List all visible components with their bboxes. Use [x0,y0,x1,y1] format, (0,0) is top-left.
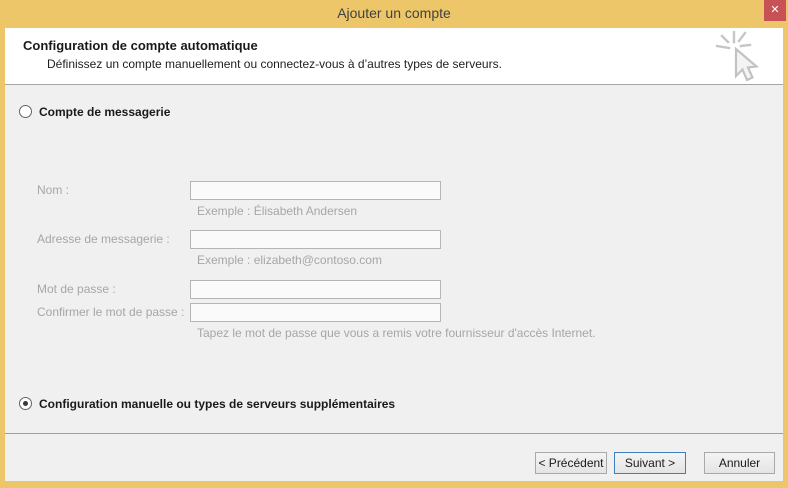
password-input[interactable] [190,280,441,299]
confirm-password-input[interactable] [190,303,441,322]
wizard-footer: < Précédent Suivant > Annuler [5,434,783,481]
page-title: Configuration de compte automatique [23,38,258,53]
cancel-button[interactable]: Annuler [704,452,775,474]
password-label: Mot de passe : [37,282,116,296]
previous-button[interactable]: < Précédent [535,452,607,474]
add-account-dialog: Ajouter un compte ✕ Configuration de com… [0,0,788,488]
name-example: Exemple : Élisabeth Andersen [197,204,358,218]
email-input[interactable] [190,230,441,249]
radio-manual[interactable]: Configuration manuelle ou types de serve… [19,396,395,411]
confirm-password-label: Confirmer le mot de passe : [37,305,185,319]
password-note: Tapez le mot de passe que vous a remis v… [197,326,596,340]
radio-manual-label: Configuration manuelle ou types de serve… [39,396,396,411]
radio-manual-circle[interactable] [19,397,32,410]
close-button[interactable]: ✕ [764,0,786,21]
radio-email-circle[interactable] [19,105,32,118]
window-title: Ajouter un compte [337,5,451,21]
cursor-click-icon [709,30,767,83]
radio-email[interactable]: Compte de messagerie [19,104,170,119]
page-subtitle: Définissez un compte manuellement ou con… [47,57,502,71]
email-label: Adresse de messagerie : [37,232,170,246]
name-input[interactable] [190,181,441,200]
name-label: Nom : [37,183,70,197]
titlebar: Ajouter un compte [0,0,788,28]
wizard-body: Compte de messagerie Nom : Exemple : Éli… [5,85,783,433]
radio-email-label: Compte de messagerie [39,104,171,119]
next-button[interactable]: Suivant > [614,452,686,474]
close-icon: ✕ [770,4,780,16]
email-example: Exemple : elizabeth@contoso.com [197,253,382,267]
wizard-header: Configuration de compte automatique Défi… [5,28,783,85]
